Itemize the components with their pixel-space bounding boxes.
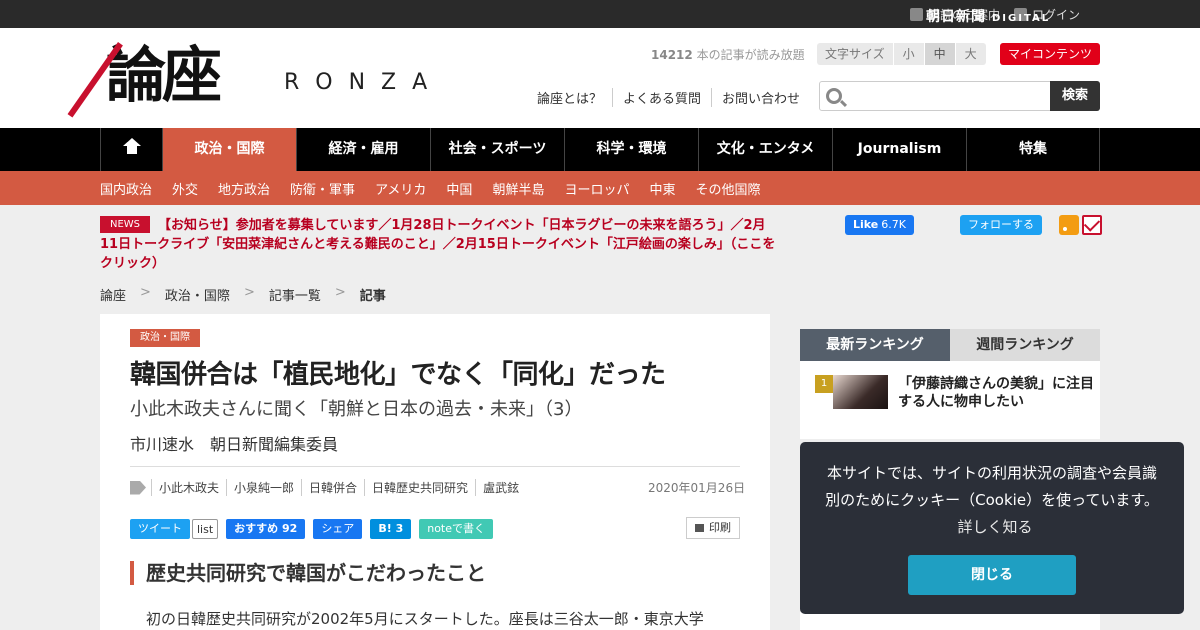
sub-nav: 国内政治 外交 地方政治 防衛・軍事 アメリカ 中国 朝鮮半島 ヨーロッパ 中東…	[0, 171, 1200, 205]
rank-number: 1	[815, 375, 833, 393]
tag-item[interactable]: 小泉純一郎	[226, 479, 301, 496]
ranking-title: 「伊藤詩織さんの美貌」に注目する人に物申したい	[898, 376, 1094, 410]
cookie-consent: 本サイトでは、サイトの利用状況の調査や会員識別のためにクッキー（Cookie）を…	[800, 442, 1184, 614]
news-badge: NEWS	[100, 216, 150, 233]
ranking-item[interactable]: 1 「伊藤詩織さんの美貌」に注目する人に物申したい	[815, 375, 1100, 410]
ranking-panel: 最新ランキング 週間ランキング 1 「伊藤詩織さんの美貌」に注目する人に物申した…	[800, 329, 1100, 439]
font-size-medium[interactable]: 中	[923, 43, 955, 65]
subnav-europe[interactable]: ヨーロッパ	[564, 179, 629, 198]
logo-latin: RONZA	[284, 70, 444, 95]
ronza-logo[interactable]: 論座 RONZA	[67, 40, 446, 120]
news-link[interactable]: 【お知らせ】参加者を募集しています／1月28日トークイベント「日本ラグビーの未来…	[100, 216, 780, 273]
logo-kanji: 論座	[106, 41, 222, 111]
facebook-recommend-button[interactable]: おすすめ 92	[226, 519, 306, 539]
rss-icon[interactable]	[1059, 215, 1079, 235]
hatena-bookmark-button[interactable]: B! 3	[370, 519, 412, 539]
font-size-label: 文字サイズ	[817, 43, 893, 65]
cookie-close-button[interactable]: 閉じる	[908, 555, 1076, 595]
tag-item[interactable]: 日韓歴史共同研究	[364, 479, 475, 496]
search-input[interactable]	[850, 85, 1045, 107]
nav-economy[interactable]: 経済・雇用	[296, 128, 430, 171]
about-ronza-link[interactable]: 論座とは？	[537, 88, 612, 107]
mail-icon[interactable]	[1082, 215, 1102, 235]
contact-link[interactable]: お問い合わせ	[711, 88, 810, 107]
article-paragraph: 初の日韓歴史共同研究が2002年5月にスタートした。座長は三谷太一郎・東京大学	[146, 610, 704, 628]
cookie-more-link[interactable]: 詳しく知る	[957, 518, 1032, 536]
subnav-korea[interactable]: 朝鮮半島	[492, 179, 544, 198]
facebook-like-button[interactable]: Like 6.7K	[845, 215, 914, 235]
tag-item[interactable]: 小此木政夫	[151, 479, 226, 496]
nav-society[interactable]: 社会・スポーツ	[430, 128, 564, 171]
twitter-list-button[interactable]: list	[192, 519, 219, 539]
asahi-digital-logo[interactable]: 朝日新聞 DIGITAL	[926, 6, 1050, 26]
subnav-other[interactable]: その他国際	[695, 179, 760, 198]
twitter-follow-button[interactable]: フォローする	[960, 215, 1042, 235]
tweet-button[interactable]: ツイート	[130, 519, 190, 539]
social-buttons: Like 6.7K	[845, 215, 914, 235]
note-button[interactable]: noteで書く	[419, 519, 494, 539]
article-counter: 14212 本の記事が読み放題	[651, 48, 805, 62]
tab-latest-ranking[interactable]: 最新ランキング	[800, 329, 950, 361]
tag-icon	[130, 480, 146, 495]
site-header: 論座 RONZA 14212 本の記事が読み放題 文字サイズ 小 中 大 マイコ…	[0, 28, 1200, 128]
help-links: 論座とは？ よくある質問 お問い合わせ	[537, 88, 810, 107]
article-subtitle: 小此木政夫さんに聞く「朝鮮と日本の過去・未来」（3）	[130, 399, 583, 420]
breadcrumb-category[interactable]: 政治・国際	[165, 285, 230, 304]
article-title: 韓国併合は「植民地化」でなく「同化」だった	[130, 360, 666, 390]
breadcrumb: 論座 > 政治・国際 > 記事一覧 > 記事	[100, 285, 386, 304]
facebook-share-button[interactable]: シェア	[313, 519, 363, 539]
divider	[130, 466, 740, 467]
tab-weekly-ranking[interactable]: 週間ランキング	[950, 329, 1100, 361]
article-date: 2020年01月26日	[648, 481, 746, 495]
breadcrumb-home[interactable]: 論座	[100, 285, 126, 304]
search-box: 検索	[819, 81, 1100, 111]
category-badge[interactable]: 政治・国際	[130, 329, 200, 347]
subnav-defense[interactable]: 防衛・軍事	[290, 179, 355, 198]
tag-list: 小此木政夫 小泉純一郎 日韓併合 日韓歴史共同研究 盧武鉉	[130, 479, 526, 496]
faq-link[interactable]: よくある質問	[612, 88, 711, 107]
news-banner: NEWS 【お知らせ】参加者を募集しています／1月28日トークイベント「日本ラグ…	[100, 216, 780, 273]
article: 政治・国際 韓国併合は「植民地化」でなく「同化」だった 小此木政夫さんに聞く「朝…	[100, 314, 770, 630]
search-icon	[826, 88, 842, 104]
subnav-diplomacy[interactable]: 外交	[172, 179, 198, 198]
nav-politics[interactable]: 政治・国際	[162, 128, 296, 171]
print-button[interactable]: 印刷	[686, 517, 740, 539]
subnav-local[interactable]: 地方政治	[218, 179, 270, 198]
font-size-switcher: 文字サイズ 小 中 大	[817, 43, 986, 65]
search-button[interactable]: 検索	[1050, 81, 1100, 111]
subnav-america[interactable]: アメリカ	[375, 179, 426, 198]
share-bar: ツイート list おすすめ 92 シェア B! 3 noteで書く	[130, 519, 501, 539]
nav-culture[interactable]: 文化・エンタメ	[698, 128, 832, 171]
breadcrumb-sep: >	[334, 285, 346, 300]
pencil-icon	[909, 7, 923, 21]
ranking-thumbnail	[833, 375, 888, 409]
nav-journalism[interactable]: Journalism	[832, 128, 966, 171]
section-heading: 歴史共同研究で韓国がこだわったこと	[130, 561, 486, 585]
font-size-large[interactable]: 大	[954, 43, 986, 65]
ranking-continued	[800, 612, 1100, 630]
subnav-middle-east[interactable]: 中東	[649, 179, 675, 198]
cookie-text: 本サイトでは、サイトの利用状況の調査や会員識別のためにクッキー（Cookie）を…	[825, 464, 1159, 536]
home-icon	[123, 138, 141, 156]
breadcrumb-list[interactable]: 記事一覧	[269, 285, 321, 304]
breadcrumb-current: 記事	[359, 289, 386, 304]
breadcrumb-sep: >	[140, 285, 151, 300]
article-author[interactable]: 市川速水 朝日新聞編集委員	[130, 431, 338, 455]
top-bar: 購読のご案内 ログイン 朝日新聞 DIGITAL	[0, 0, 1200, 28]
tag-item[interactable]: 盧武鉉	[475, 479, 526, 496]
my-contents-button[interactable]: マイコンテンツ	[1000, 43, 1100, 65]
breadcrumb-sep: >	[243, 285, 255, 300]
tag-item[interactable]: 日韓併合	[301, 479, 364, 496]
nav-features[interactable]: 特集	[966, 128, 1100, 171]
subnav-china[interactable]: 中国	[446, 179, 472, 198]
subnav-domestic[interactable]: 国内政治	[100, 179, 152, 198]
font-size-small[interactable]: 小	[892, 43, 924, 65]
nav-home[interactable]	[100, 128, 162, 171]
nav-science[interactable]: 科学・環境	[564, 128, 698, 171]
main-nav: 政治・国際 経済・雇用 社会・スポーツ 科学・環境 文化・エンタメ Journa…	[0, 128, 1200, 171]
